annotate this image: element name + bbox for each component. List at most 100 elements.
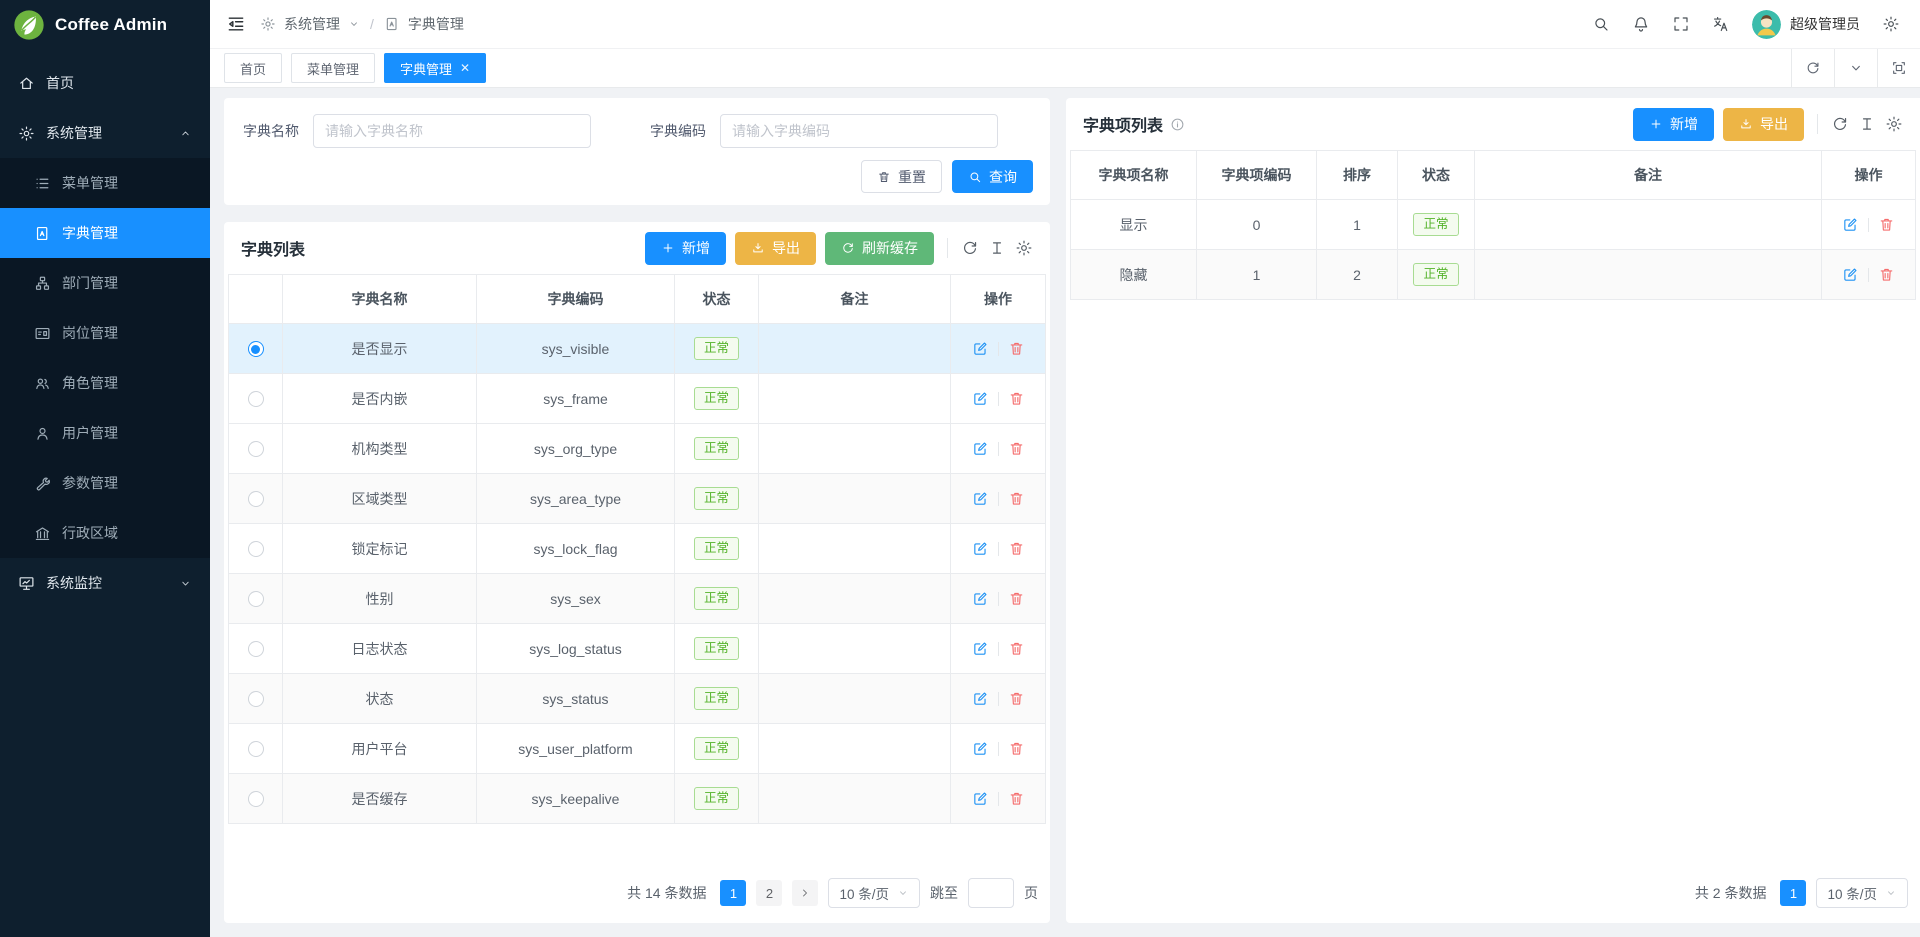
edit-icon[interactable] [972,640,989,657]
refresh-page-icon[interactable] [1791,49,1834,87]
item-sort-cell: 1 [1317,200,1398,250]
page-size-select[interactable]: 10 条/页 [828,878,920,908]
edit-icon[interactable] [972,390,989,407]
table-row[interactable]: 锁定标记sys_lock_flag正常 [229,524,1046,574]
tab-options-chevron-icon[interactable] [1834,49,1877,87]
item-reload-table-icon[interactable] [1831,115,1849,133]
delete-icon[interactable] [1008,540,1025,557]
table-row[interactable]: 用户平台sys_user_platform正常 [229,724,1046,774]
table-row[interactable]: 日志状态sys_log_status正常 [229,624,1046,674]
remark-cell [759,624,951,674]
edit-icon[interactable] [972,340,989,357]
export-button[interactable]: 导出 [735,232,816,265]
notification-bell-icon[interactable] [1632,15,1650,33]
edit-icon[interactable] [972,790,989,807]
fullscreen-icon[interactable] [1672,15,1690,33]
table-row[interactable]: 是否显示sys_visible正常 [229,324,1046,374]
delete-icon[interactable] [1878,266,1895,283]
edit-icon[interactable] [972,540,989,557]
edit-icon[interactable] [1842,216,1859,233]
row-radio[interactable] [248,641,264,657]
row-radio[interactable] [248,741,264,757]
row-radio[interactable] [248,541,264,557]
delete-icon[interactable] [1008,790,1025,807]
table-row[interactable]: 机构类型sys_org_type正常 [229,424,1046,474]
add-button[interactable]: 新增 [645,232,726,265]
close-icon[interactable]: ✕ [460,62,470,74]
sidebar-item-8[interactable]: 用户管理 [0,408,210,458]
item-table-settings-gear-icon[interactable] [1885,115,1903,133]
sidebar-item-5[interactable]: 部门管理 [0,258,210,308]
page-size-select[interactable]: 10 条/页 [1816,878,1908,908]
table-row[interactable]: 区域类型sys_area_type正常 [229,474,1046,524]
item-export-button[interactable]: 导出 [1723,108,1804,141]
user-menu[interactable]: 超级管理员 [1752,10,1860,39]
sidebar-item-6[interactable]: 岗位管理 [0,308,210,358]
table-row[interactable]: 显示01正常 [1071,200,1916,250]
page-button-1[interactable]: 1 [720,880,746,906]
delete-icon[interactable] [1008,440,1025,457]
edit-icon[interactable] [972,440,989,457]
table-row[interactable]: 是否内嵌sys_frame正常 [229,374,1046,424]
delete-icon[interactable] [1008,490,1025,507]
dict-code-input[interactable] [720,114,998,148]
row-radio[interactable] [248,591,264,607]
sidebar-collapse-icon[interactable] [226,14,246,34]
row-radio[interactable] [248,791,264,807]
divider [947,238,948,258]
sidebar-item-9[interactable]: 参数管理 [0,458,210,508]
breadcrumb-first[interactable]: 系统管理 [284,14,340,34]
delete-icon[interactable] [1878,216,1895,233]
sidebar-item-2[interactable]: 系统管理 [0,108,210,158]
edit-icon[interactable] [972,490,989,507]
next-page-button[interactable] [792,880,818,906]
row-radio[interactable] [248,691,264,707]
reload-table-icon[interactable] [961,239,979,257]
page-button-1[interactable]: 1 [1780,880,1806,906]
chevron-down-icon[interactable] [348,18,360,30]
sidebar-item-3[interactable]: 菜单管理 [0,158,210,208]
delete-icon[interactable] [1008,640,1025,657]
tab-3[interactable]: 字典管理✕ [384,53,486,83]
search-icon[interactable] [1592,15,1610,33]
search-button[interactable]: 查询 [952,160,1033,193]
item-add-button[interactable]: 新增 [1633,108,1714,141]
edit-icon[interactable] [972,690,989,707]
refresh-cache-button[interactable]: 刷新缓存 [825,232,934,265]
content-fullscreen-icon[interactable] [1877,49,1920,87]
row-height-icon[interactable] [988,239,1006,257]
edit-icon[interactable] [972,590,989,607]
translate-icon[interactable] [1712,15,1730,33]
jump-page-input[interactable] [968,878,1014,908]
tab-2[interactable]: 菜单管理 [291,53,375,83]
table-row[interactable]: 是否缓存sys_keepalive正常 [229,774,1046,824]
delete-icon[interactable] [1008,690,1025,707]
sidebar-item-11[interactable]: 系统监控 [0,558,210,608]
sidebar-item-7[interactable]: 角色管理 [0,358,210,408]
edit-icon[interactable] [1842,266,1859,283]
sidebar-item-1[interactable]: 首页 [0,58,210,108]
settings-gear-icon[interactable] [1882,15,1900,33]
sidebar-item-4[interactable]: 字典管理 [0,208,210,258]
item-row-height-icon[interactable] [1858,115,1876,133]
row-radio[interactable] [248,391,264,407]
delete-icon[interactable] [1008,590,1025,607]
delete-icon[interactable] [1008,390,1025,407]
table-row[interactable]: 隐藏12正常 [1071,250,1916,300]
table-row[interactable]: 状态sys_status正常 [229,674,1046,724]
dict-name-input[interactable] [313,114,591,148]
reset-button[interactable]: 重置 [861,160,942,193]
delete-icon[interactable] [1008,340,1025,357]
sidebar-item-10[interactable]: 行政区域 [0,508,210,558]
delete-icon[interactable] [1008,740,1025,757]
tab-1[interactable]: 首页 [224,53,282,83]
status-badge: 正常 [1413,213,1458,237]
row-radio[interactable] [248,491,264,507]
row-radio[interactable] [248,341,264,357]
info-icon[interactable] [1170,117,1185,132]
table-settings-gear-icon[interactable] [1015,239,1033,257]
edit-icon[interactable] [972,740,989,757]
page-button-2[interactable]: 2 [756,880,782,906]
row-radio[interactable] [248,441,264,457]
table-row[interactable]: 性别sys_sex正常 [229,574,1046,624]
